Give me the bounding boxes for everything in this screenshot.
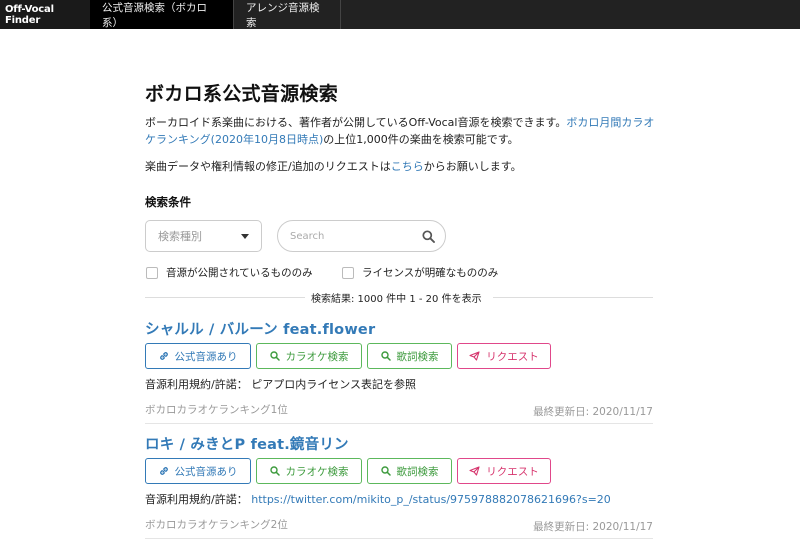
license-info: 音源利用規約/許諾： ピアプロ内ライセンス表記を参照 <box>145 376 416 392</box>
paper-plane-icon <box>469 351 480 361</box>
divider <box>493 297 653 298</box>
karaoke-search-button[interactable]: カラオケ検索 <box>256 458 362 484</box>
checkbox-label: ライセンスが明確なもののみ <box>362 267 499 279</box>
paper-plane-icon <box>469 466 480 476</box>
song-item: シャルル / バルーン feat.flower 公式音源あり カラオケ検索 歌詞… <box>145 318 653 424</box>
desc-prefix: ボーカロイド系楽曲における、著作者が公開しているOff-Vocal音源を検索でき… <box>145 116 567 129</box>
req-suffix: からお願いします。 <box>423 160 522 173</box>
divider <box>145 538 653 539</box>
divider <box>145 297 305 298</box>
checkbox-label: 音源が公開されているもののみ <box>166 267 313 279</box>
song-title[interactable]: ロキ / みきとP feat.鏡音リン <box>145 433 653 454</box>
search-box[interactable] <box>277 220 446 252</box>
search-icon[interactable] <box>422 230 435 243</box>
button-label: カラオケ検索 <box>285 350 349 363</box>
karaoke-search-button[interactable]: カラオケ検索 <box>256 343 362 369</box>
nav-tab-official-search[interactable]: 公式音源検索（ボカロ系） <box>90 0 233 29</box>
lyrics-search-button[interactable]: 歌詞検索 <box>367 343 452 369</box>
search-type-placeholder: 検索種別 <box>158 230 202 243</box>
song-actions: 公式音源あり カラオケ検索 歌詞検索 リクエスト <box>145 458 556 484</box>
search-input[interactable] <box>290 230 410 242</box>
official-source-button[interactable]: 公式音源あり <box>145 343 251 369</box>
checkbox-box[interactable] <box>146 266 158 279</box>
caret-down-icon <box>241 234 249 239</box>
request-link[interactable]: こちら <box>391 160 424 173</box>
search-conditions-label: 検索条件 <box>145 195 191 209</box>
page-description: ボーカロイド系楽曲における、著作者が公開しているOff-Vocal音源を検索でき… <box>145 114 655 148</box>
nav-tab-arrange-search[interactable]: アレンジ音源検索 <box>234 0 340 29</box>
ranking-text: ボカロカラオケランキング1位 <box>145 404 288 416</box>
search-icon <box>269 351 280 361</box>
brand-link[interactable]: Off-Vocal Finder <box>0 0 90 29</box>
search-icon <box>380 351 391 361</box>
button-label: 公式音源あり <box>174 350 238 363</box>
request-note: 楽曲データや権利情報の修正/追加のリクエストはこちらからお願いします。 <box>145 158 522 174</box>
request-button[interactable]: リクエスト <box>457 343 551 369</box>
search-icon <box>380 466 391 476</box>
license-label: 音源利用規約/許諾： <box>145 493 248 506</box>
page-title: ボカロ系公式音源検索 <box>145 83 339 105</box>
last-updated: 最終更新日: 2020/11/17 <box>533 521 653 533</box>
result-count: 検索結果: 1000 件中 1 - 20 件を表示 <box>311 294 482 305</box>
license-only-checkbox[interactable]: ライセンスが明確なもののみ <box>342 265 498 280</box>
license-value: ピアプロ内ライセンス表記を参照 <box>251 378 416 391</box>
link-icon <box>159 467 168 475</box>
ranking-text: ボカロカラオケランキング2位 <box>145 519 288 531</box>
button-label: 歌詞検索 <box>396 350 439 363</box>
public-only-checkbox[interactable]: 音源が公開されているもののみ <box>146 265 313 280</box>
song-actions: 公式音源あり カラオケ検索 歌詞検索 リクエスト <box>145 343 556 369</box>
search-icon <box>269 466 280 476</box>
desc-suffix: の上位1,000件の楽曲を検索可能です。 <box>323 133 519 146</box>
license-info: 音源利用規約/許諾： https://twitter.com/mikito_p_… <box>145 491 611 507</box>
button-label: リクエスト <box>486 350 539 363</box>
lyrics-search-button[interactable]: 歌詞検索 <box>367 458 452 484</box>
search-type-select[interactable]: 検索種別 <box>145 220 262 252</box>
link-icon <box>159 352 168 360</box>
req-prefix: 楽曲データや権利情報の修正/追加のリクエストは <box>145 160 391 173</box>
request-button[interactable]: リクエスト <box>457 458 551 484</box>
nav-divider <box>340 0 341 29</box>
divider <box>145 423 653 424</box>
button-label: 公式音源あり <box>174 465 238 478</box>
last-updated: 最終更新日: 2020/11/17 <box>533 406 653 418</box>
button-label: リクエスト <box>486 465 539 478</box>
song-title[interactable]: シャルル / バルーン feat.flower <box>145 318 653 339</box>
license-link[interactable]: https://twitter.com/mikito_p_/status/975… <box>251 493 611 506</box>
checkbox-box[interactable] <box>342 266 354 279</box>
license-label: 音源利用規約/許諾： <box>145 378 248 391</box>
button-label: カラオケ検索 <box>285 465 349 478</box>
official-source-button[interactable]: 公式音源あり <box>145 458 251 484</box>
button-label: 歌詞検索 <box>396 465 439 478</box>
song-item: ロキ / みきとP feat.鏡音リン 公式音源あり カラオケ検索 歌詞検索 リ… <box>145 433 653 539</box>
navbar: Off-Vocal Finder 公式音源検索（ボカロ系） アレンジ音源検索 <box>0 0 800 29</box>
